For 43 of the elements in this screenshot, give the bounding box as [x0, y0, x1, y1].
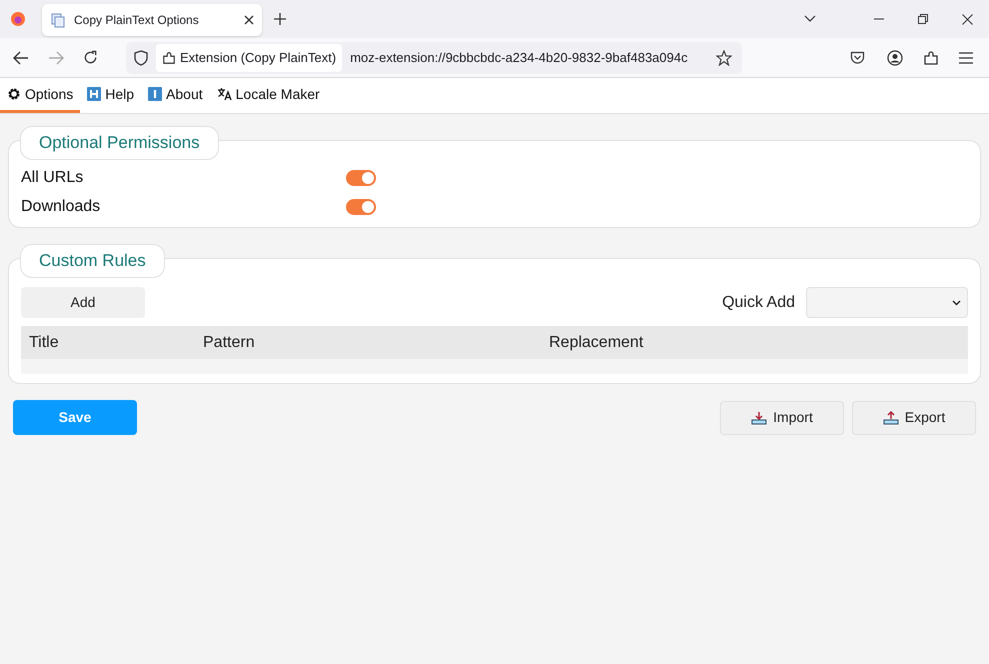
section-title: Custom Rules	[20, 244, 165, 278]
column-header: Title	[28, 332, 60, 352]
quick-add-label: Quick Add	[722, 292, 795, 312]
nav-tab[interactable]: Help	[80, 78, 142, 113]
nav-tab[interactable]: Locale Maker	[210, 78, 327, 113]
back-arrow-icon[interactable]	[13, 50, 29, 64]
nav-tab[interactable]: About	[141, 78, 210, 113]
browser-tab[interactable]: Copy PlainText Options	[42, 4, 262, 36]
toggle-switch[interactable]	[346, 170, 376, 186]
tray-icon	[751, 410, 768, 424]
account-icon[interactable]	[887, 50, 903, 66]
pocket-icon[interactable]	[850, 50, 865, 64]
url-text: moz-extension://9cbbcbdc-a234-4b20-9832-9baf483a094c	[350, 48, 689, 67]
export-button[interactable]: Export	[852, 400, 976, 434]
star-icon[interactable]	[716, 50, 732, 66]
column-header: Replacement	[548, 332, 644, 352]
column-header: Pattern	[202, 332, 256, 352]
new-tab-icon[interactable]	[274, 13, 286, 25]
info-icon	[148, 87, 162, 101]
minimize-icon[interactable]	[874, 18, 884, 20]
permission-label: Downloads	[21, 196, 102, 216]
reload-icon[interactable]	[83, 50, 98, 65]
tab-title: Copy PlainText Options	[74, 12, 200, 29]
close-icon[interactable]	[962, 14, 973, 24]
translate-icon	[216, 87, 232, 101]
shield-icon[interactable]	[134, 50, 148, 66]
close-icon[interactable]	[244, 15, 254, 25]
section-title: Optional Permissions	[20, 126, 219, 160]
chevron-down-icon	[952, 300, 961, 306]
import-button[interactable]: Import	[720, 400, 844, 434]
tray-icon	[882, 410, 899, 424]
nav-tab[interactable]: Options	[0, 78, 80, 113]
help-icon	[87, 87, 102, 101]
restore-icon[interactable]	[918, 14, 928, 24]
identity-box[interactable]: Extension (Copy PlainText)	[156, 44, 342, 72]
permission-label: All URLs	[21, 168, 84, 188]
chevron-down-icon[interactable]	[804, 15, 816, 23]
gear-icon	[7, 87, 21, 101]
menu-icon[interactable]	[959, 52, 973, 64]
address-bar[interactable]: Extension (Copy PlainText) moz-extension://9cbbcbdc-a234-4b20-9832-9baf483a094c	[126, 42, 742, 74]
toggle-switch[interactable]	[346, 198, 376, 214]
add-button[interactable]: Add	[21, 287, 145, 318]
copy-icon	[50, 12, 66, 28]
